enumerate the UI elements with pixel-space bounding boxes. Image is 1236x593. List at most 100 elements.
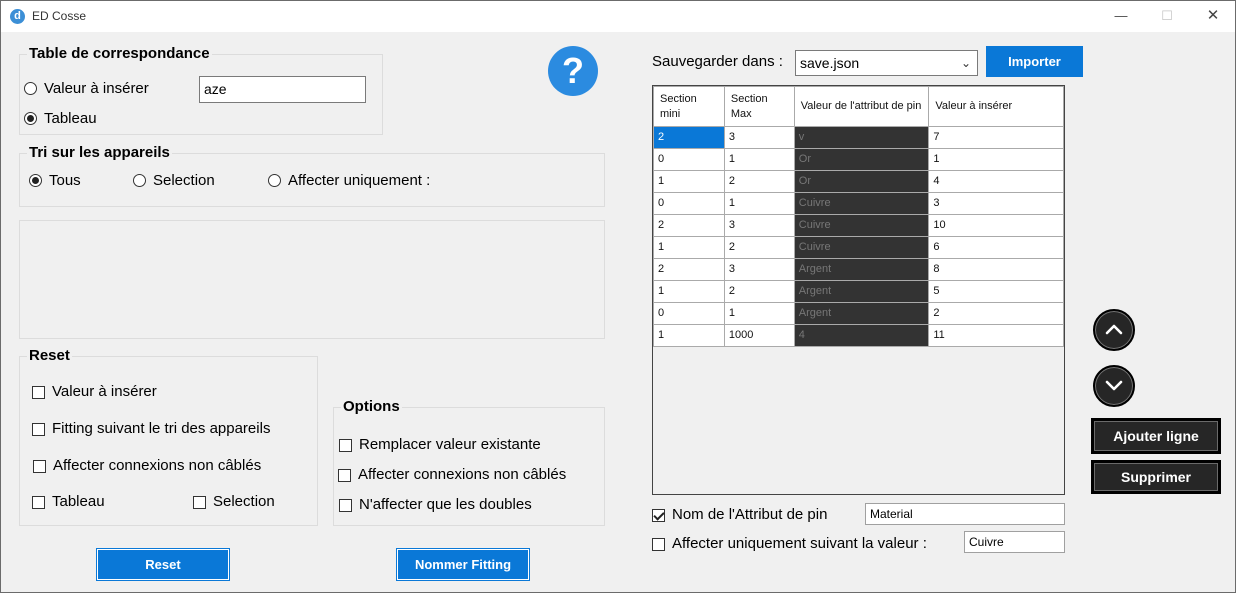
table-cell[interactable]: 2 <box>928 302 1064 325</box>
table-row[interactable]: 1 2 Argent 5 <box>653 280 1064 303</box>
window-title: ED Cosse <box>32 9 87 23</box>
table-cell[interactable]: 2 <box>653 214 725 237</box>
importer-button[interactable]: Importer <box>986 46 1083 77</box>
reset-button[interactable]: Reset <box>96 548 230 581</box>
reset-title: Reset <box>27 347 72 364</box>
value-input[interactable]: aze <box>199 76 366 103</box>
column-header[interactable]: Section mini <box>653 86 725 127</box>
radio-tous-label: Tous <box>49 172 81 189</box>
radio-value[interactable] <box>24 82 37 95</box>
table-cell[interactable]: Argent <box>793 280 930 303</box>
move-up-button[interactable] <box>1093 309 1135 351</box>
table-cell[interactable]: 2 <box>653 258 725 281</box>
checkbox-reset-connexions[interactable] <box>33 460 46 473</box>
checkbox-reset-table-label: Tableau <box>52 493 105 510</box>
nommer-fitting-button[interactable]: Nommer Fitting <box>396 548 530 581</box>
checkbox-attr-name-label: Nom de l'Attribut de pin <box>672 506 828 523</box>
table-cell[interactable]: 2 <box>653 126 725 149</box>
table-cell[interactable]: 1000 <box>723 324 795 347</box>
table-cell[interactable]: 1 <box>653 324 725 347</box>
table-cell[interactable]: 8 <box>928 258 1064 281</box>
table-cell[interactable]: 4 <box>928 170 1064 193</box>
table-cell[interactable]: 0 <box>653 148 725 171</box>
table-cell[interactable]: 5 <box>928 280 1064 303</box>
table-cell[interactable]: Argent <box>793 258 930 281</box>
table-cell[interactable]: v <box>793 126 930 149</box>
table-cell[interactable]: 6 <box>928 236 1064 259</box>
table-row[interactable]: 1 2 Or 4 <box>653 170 1064 193</box>
table-cell[interactable]: 10 <box>928 214 1064 237</box>
checkbox-doubles-label: N'affecter que les doubles <box>359 496 532 513</box>
help-icon[interactable]: ? <box>548 46 598 96</box>
radio-affecter-uniquement[interactable] <box>268 174 281 187</box>
save-file-dropdown[interactable]: save.json ⌄ <box>795 50 978 76</box>
table-cell[interactable]: 0 <box>653 302 725 325</box>
table-row[interactable]: 23v7 <box>653 126 1064 149</box>
table-cell[interactable]: 2 <box>723 280 795 303</box>
table-cell[interactable]: 3 <box>928 192 1064 215</box>
radio-tous[interactable] <box>29 174 42 187</box>
data-grid[interactable]: Section mini Section Max Valeur de l'att… <box>652 85 1065 495</box>
table-cell[interactable]: 0 <box>653 192 725 215</box>
table-cell[interactable]: 3 <box>723 126 795 149</box>
table-row[interactable]: 2 3 Cuivre 10 <box>653 214 1064 237</box>
table-cell[interactable]: 3 <box>723 214 795 237</box>
close-icon[interactable]: ✕ <box>1190 1 1236 32</box>
column-header[interactable]: Section Max <box>723 86 795 127</box>
table-cell[interactable]: Argent <box>793 302 930 325</box>
move-down-button[interactable] <box>1093 365 1135 407</box>
checkbox-reset-connexions-label: Affecter connexions non câblés <box>53 457 262 474</box>
checkbox-reset-fitting-label: Fitting suivant le tri des appareils <box>52 420 271 437</box>
table-cell[interactable]: 4 <box>793 324 930 347</box>
device-list-panel[interactable] <box>19 220 605 339</box>
radio-table[interactable] <box>24 112 37 125</box>
table-cell[interactable]: 1 <box>928 148 1064 171</box>
attr-only-input[interactable]: Cuivre <box>964 531 1065 553</box>
table-cell[interactable]: Cuivre <box>793 192 930 215</box>
table-cell[interactable]: 2 <box>723 170 795 193</box>
table-cell[interactable]: 1 <box>723 192 795 215</box>
table-cell[interactable]: 1 <box>653 280 725 303</box>
supprimer-button[interactable]: Supprimer <box>1091 460 1221 494</box>
table-cell[interactable]: 7 <box>928 126 1064 149</box>
table-cell[interactable]: 2 <box>723 236 795 259</box>
checkbox-reset-value[interactable] <box>32 386 45 399</box>
table-row[interactable]: 0 1 Cuivre 3 <box>653 192 1064 215</box>
table-cell[interactable]: Cuivre <box>793 214 930 237</box>
table-row[interactable]: 1 1000 4 11 <box>653 324 1064 347</box>
radio-selection-label: Selection <box>153 172 215 189</box>
checkbox-replace[interactable] <box>339 439 352 452</box>
table-cell[interactable]: 11 <box>928 324 1064 347</box>
table-row[interactable]: 0 1 Argent 2 <box>653 302 1064 325</box>
table-cell[interactable]: Or <box>793 170 930 193</box>
table-row[interactable]: 1 2 Cuivre 6 <box>653 236 1064 259</box>
chevron-down-icon <box>1105 380 1123 391</box>
column-header[interactable]: Valeur à insérer <box>928 86 1064 127</box>
checkbox-options-connexions[interactable] <box>338 469 351 482</box>
table-cell[interactable]: Or <box>793 148 930 171</box>
table-cell[interactable]: 1 <box>653 236 725 259</box>
checkbox-reset-selection[interactable] <box>193 496 206 509</box>
table-row[interactable]: 0 1 Or 1 <box>653 148 1064 171</box>
table-cell[interactable]: 1 <box>723 302 795 325</box>
attr-name-input[interactable]: Material <box>865 503 1065 525</box>
table-cell[interactable]: 1 <box>723 148 795 171</box>
maximize-icon[interactable]: ☐ <box>1144 1 1190 32</box>
checkbox-attr-name[interactable] <box>652 509 665 522</box>
checkbox-replace-label: Remplacer valeur existante <box>359 436 541 453</box>
checkbox-attr-only[interactable] <box>652 538 665 551</box>
table-cell[interactable]: 3 <box>723 258 795 281</box>
column-header[interactable]: Valeur de l'attribut de pin <box>793 86 930 127</box>
minimize-icon[interactable]: — <box>1098 1 1144 32</box>
checkbox-doubles[interactable] <box>339 499 352 512</box>
table-cell[interactable]: 1 <box>653 170 725 193</box>
options-title: Options <box>341 398 402 415</box>
radio-selection[interactable] <box>133 174 146 187</box>
checkbox-attr-only-label: Affecter uniquement suivant la valeur : <box>672 535 927 552</box>
checkbox-reset-table[interactable] <box>32 496 45 509</box>
table-cell[interactable]: Cuivre <box>793 236 930 259</box>
save-label: Sauvegarder dans : <box>652 53 783 70</box>
checkbox-reset-fitting[interactable] <box>32 423 45 436</box>
ajouter-ligne-button[interactable]: Ajouter ligne <box>1091 418 1221 454</box>
table-row[interactable]: 2 3 Argent 8 <box>653 258 1064 281</box>
